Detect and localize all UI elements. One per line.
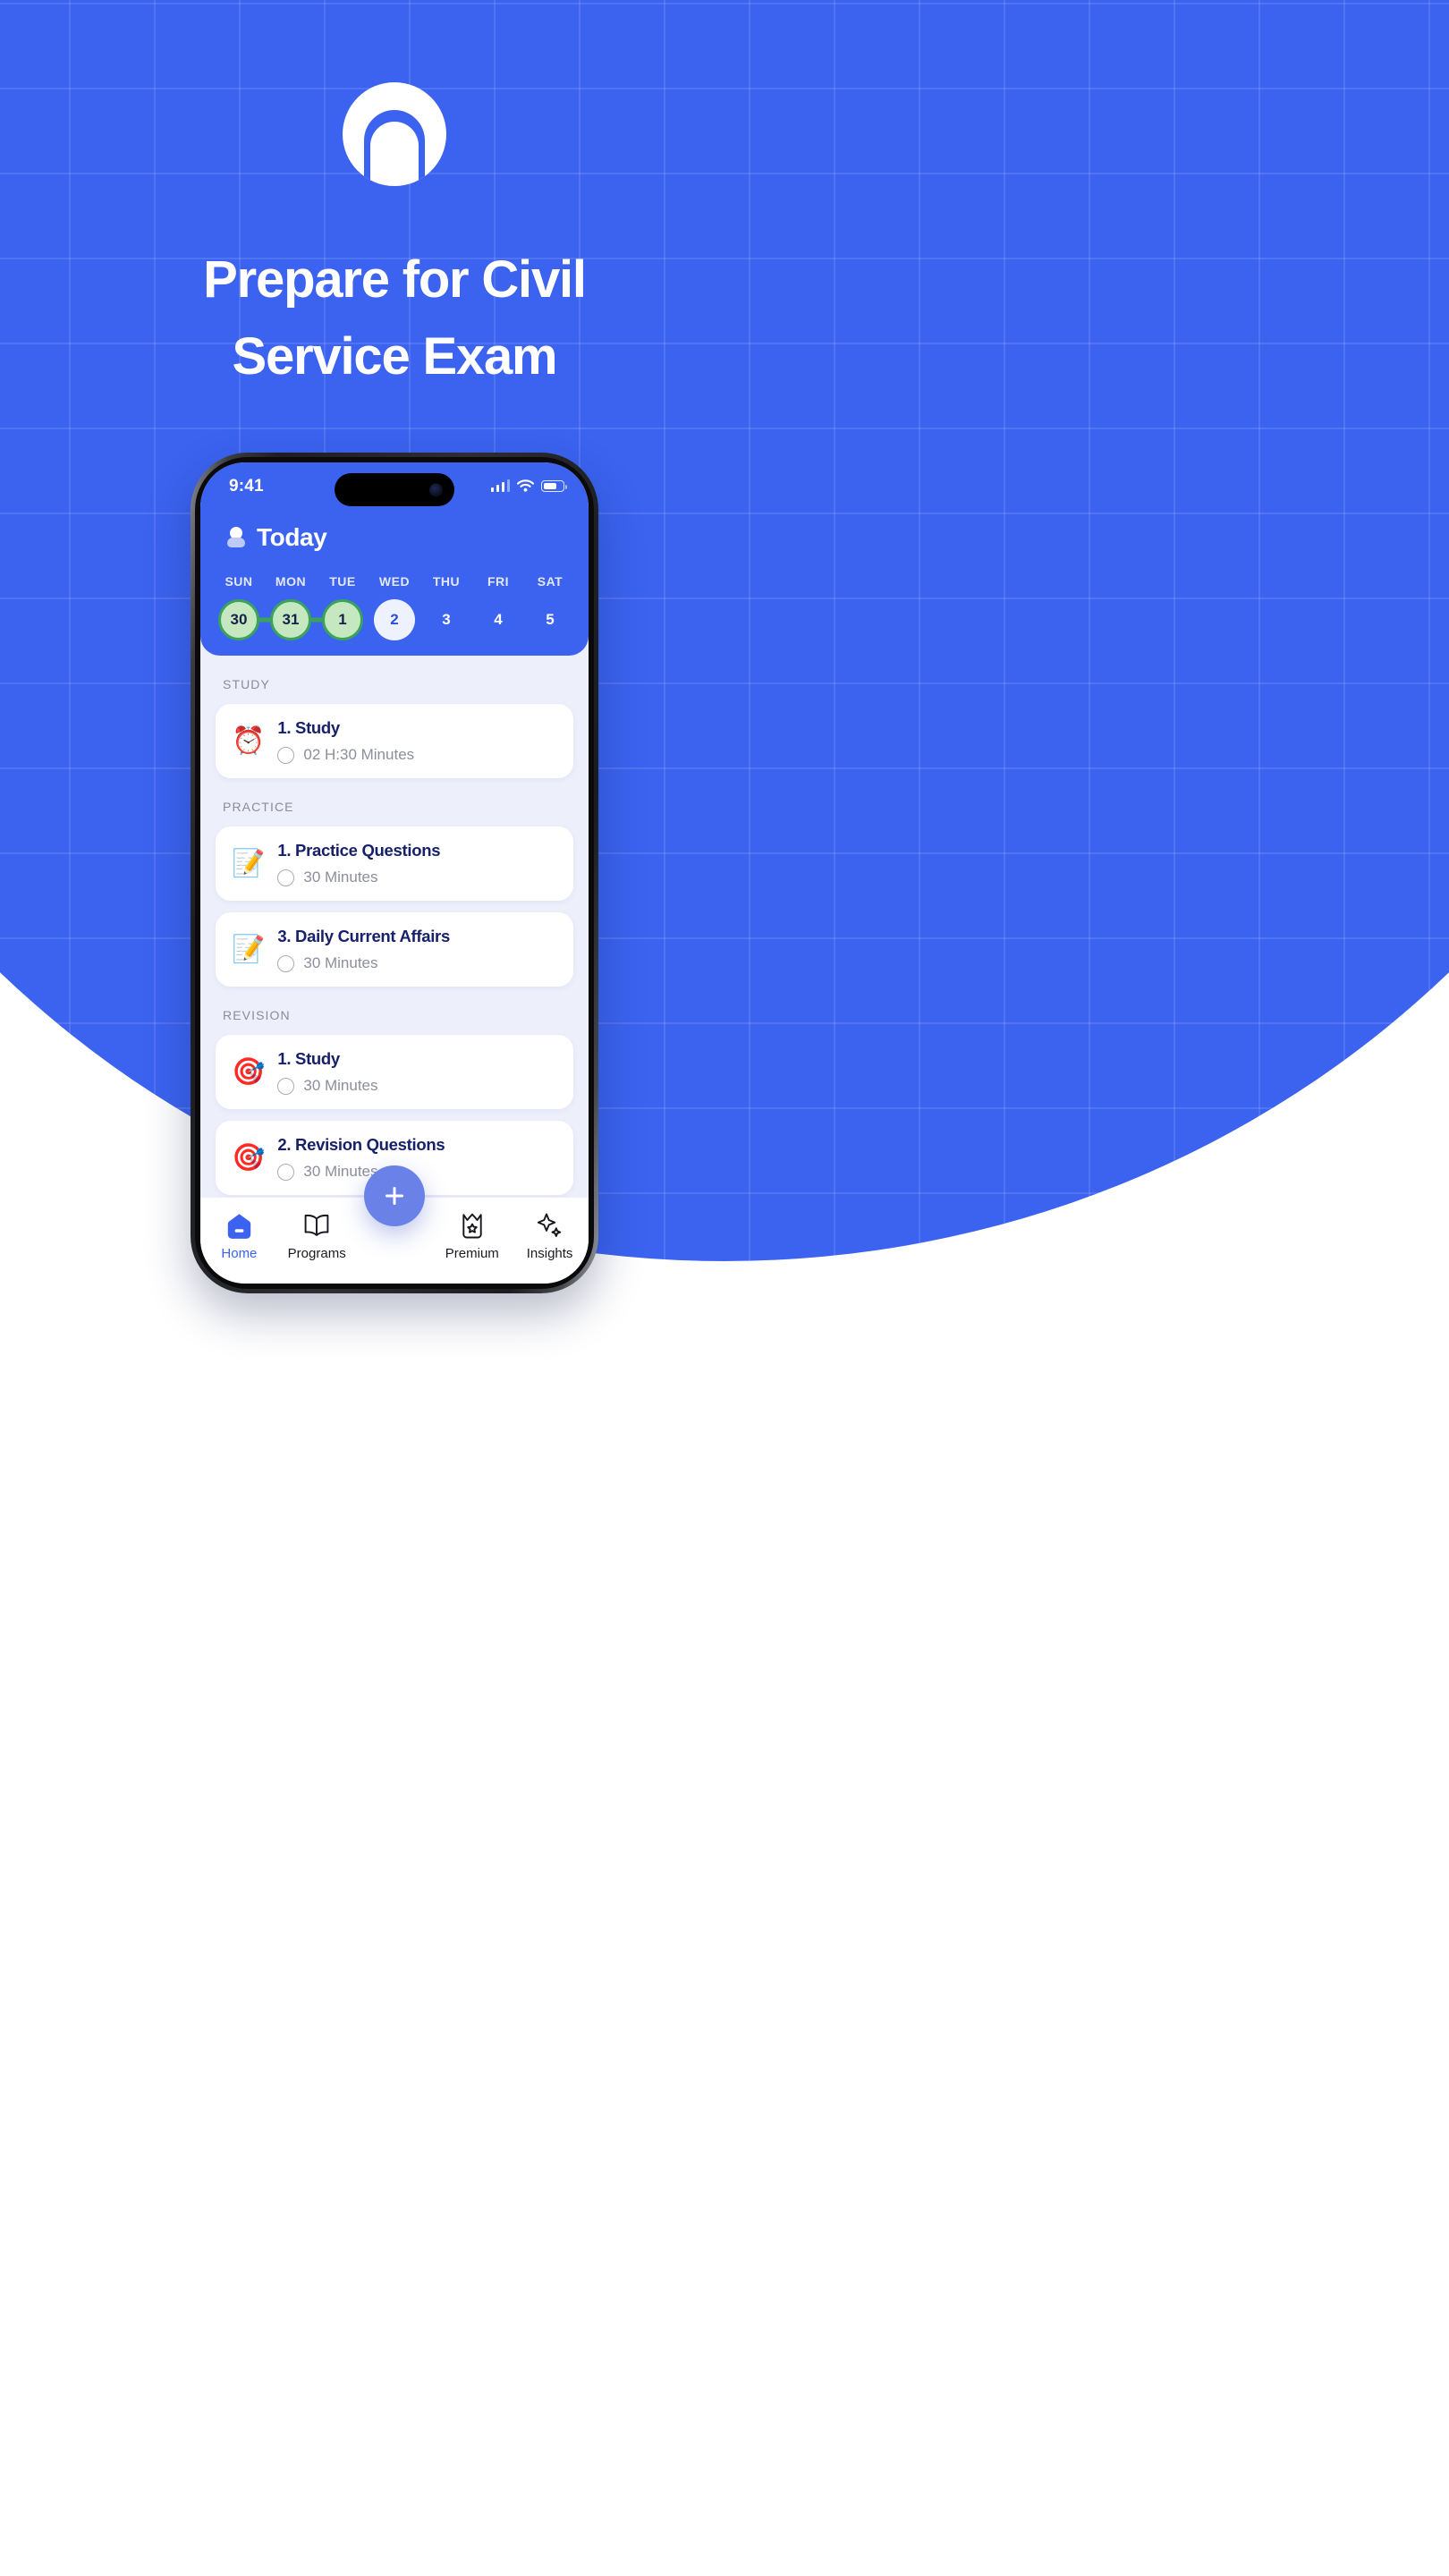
status-bar-time: 9:41 xyxy=(229,477,264,496)
day-chip-done: 31 xyxy=(270,599,311,640)
calendar-day-1[interactable]: 1 xyxy=(317,599,369,640)
task-list-scroll[interactable]: STUDY ⏰ 1. Study 02 H:30 Minutes PRACTICE 📝 1.… xyxy=(200,656,589,1198)
task-body: 2. Revision Questions 30 Minutes xyxy=(277,1135,445,1181)
headline-line-2: Service Exam xyxy=(232,327,558,386)
person-avatar-icon[interactable] xyxy=(227,526,245,549)
nav-label-programs: Programs xyxy=(287,1246,346,1261)
calendar-day-30[interactable]: 30 xyxy=(213,599,265,640)
alarm-clock-icon: ⏰ xyxy=(232,725,266,756)
nav-label-insights: Insights xyxy=(526,1246,573,1261)
calendar-day-5[interactable]: 5 xyxy=(524,599,576,640)
task-meta: 30 Minutes xyxy=(277,1077,378,1095)
task-checkbox[interactable] xyxy=(277,954,295,972)
front-camera-icon xyxy=(429,483,443,496)
avatar-body xyxy=(227,537,245,547)
nav-item-programs[interactable]: Programs xyxy=(278,1212,356,1261)
task-title: 1. Study xyxy=(277,718,340,737)
weekday-label-6: SAT xyxy=(537,574,564,589)
weekday-row: SUN MON TUE WED THU FRI SAT xyxy=(213,574,576,589)
weekday-label-0: SUN xyxy=(225,574,253,589)
book-icon xyxy=(303,1212,330,1240)
memo-pencil-icon: 📝 xyxy=(232,934,266,964)
calendar-day-2[interactable]: 2 xyxy=(369,599,420,640)
weekday-label-1: MON xyxy=(275,574,307,589)
task-checkbox[interactable] xyxy=(277,869,295,886)
bottom-navigation-bar: Home Programs Premium Insights xyxy=(200,1165,589,1284)
task-meta: 30 Minutes xyxy=(277,869,440,886)
task-meta: 02 H:30 Minutes xyxy=(277,746,414,764)
task-checkbox[interactable] xyxy=(277,1163,295,1181)
day-chip-plain: 3 xyxy=(442,611,451,628)
task-card[interactable]: ⏰ 1. Study 02 H:30 Minutes xyxy=(216,704,573,778)
calendar-day-3[interactable]: 3 xyxy=(420,599,472,640)
promo-headline: Prepare for Civil Service Exam xyxy=(0,242,789,395)
nav-item-premium[interactable]: Premium xyxy=(433,1212,511,1261)
dart-target-icon: 🎯 xyxy=(232,1056,266,1087)
phone-screen: 9:41 Today SUN MON TUE WED THU FRI SAT 3… xyxy=(200,462,589,1284)
weekday-label-3: WED xyxy=(378,574,411,589)
section-label-study: STUDY xyxy=(223,677,270,691)
nav-item-insights[interactable]: Insights xyxy=(511,1212,589,1261)
memo-pencil-icon: 📝 xyxy=(232,848,266,878)
calendar-day-4[interactable]: 4 xyxy=(472,599,524,640)
today-header-row: Today xyxy=(227,523,327,552)
wifi-icon xyxy=(517,479,534,492)
calendar-day-31[interactable]: 31 xyxy=(265,599,317,640)
task-title: 1. Practice Questions xyxy=(277,841,441,860)
dynamic-island xyxy=(335,473,454,506)
crown-icon xyxy=(460,1212,485,1240)
task-title: 1. Study xyxy=(277,1049,340,1068)
task-title: 3. Daily Current Affairs xyxy=(277,927,450,945)
phone-mockup: 9:41 Today SUN MON TUE WED THU FRI SAT 3… xyxy=(191,453,598,1293)
task-checkbox[interactable] xyxy=(277,1077,295,1095)
task-duration: 30 Minutes xyxy=(303,869,378,886)
task-duration: 30 Minutes xyxy=(303,1163,378,1180)
calendar-strip: SUN MON TUE WED THU FRI SAT 30 31 1 2 3 4 5 xyxy=(200,574,589,640)
status-bar-icons xyxy=(490,479,567,492)
task-card[interactable]: 🎯 1. Study 30 Minutes xyxy=(216,1035,573,1109)
add-task-fab-button[interactable] xyxy=(364,1165,425,1226)
day-number-row: 30 31 1 2 3 4 5 xyxy=(213,599,576,640)
day-chip-plain: 5 xyxy=(546,611,555,628)
headline-line-1: Prepare for Civil xyxy=(203,250,587,309)
nav-label-home: Home xyxy=(221,1246,258,1261)
task-card[interactable]: 📝 1. Practice Questions 30 Minutes xyxy=(216,826,573,901)
app-header: 9:41 Today SUN MON TUE WED THU FRI SAT 3… xyxy=(200,462,589,656)
task-title: 2. Revision Questions xyxy=(277,1135,445,1154)
task-checkbox[interactable] xyxy=(277,746,295,764)
section-label-practice: PRACTICE xyxy=(223,800,294,814)
task-card[interactable]: 📝 3. Daily Current Affairs 30 Minutes xyxy=(216,912,573,987)
logo-arch-shape xyxy=(364,110,425,186)
battery-icon xyxy=(541,480,567,492)
day-chip-today: 2 xyxy=(374,599,415,640)
section-label-revision: REVISION xyxy=(223,1008,291,1022)
day-chip-done: 30 xyxy=(218,599,259,640)
task-body: 3. Daily Current Affairs 30 Minutes xyxy=(277,927,450,972)
day-chip-done: 1 xyxy=(322,599,363,640)
dart-target-icon: 🎯 xyxy=(232,1142,266,1173)
weekday-label-4: THU xyxy=(432,574,461,589)
task-duration: 02 H:30 Minutes xyxy=(303,746,415,763)
weekday-label-5: FRI xyxy=(487,574,510,589)
plus-icon xyxy=(386,1187,403,1205)
home-icon xyxy=(227,1212,251,1240)
day-chip-plain: 4 xyxy=(494,611,503,628)
arch-circle-logo-icon xyxy=(343,82,446,186)
task-duration: 30 Minutes xyxy=(303,1077,378,1094)
task-duration: 30 Minutes xyxy=(303,954,378,971)
nav-label-premium: Premium xyxy=(445,1246,499,1261)
cellular-signal-icon xyxy=(490,479,510,492)
task-body: 1. Practice Questions 30 Minutes xyxy=(277,841,441,886)
nav-item-home[interactable]: Home xyxy=(200,1212,278,1261)
page-title: Today xyxy=(257,523,327,551)
task-body: 1. Study 30 Minutes xyxy=(277,1049,378,1095)
sparkles-icon xyxy=(537,1212,563,1240)
task-meta: 30 Minutes xyxy=(277,1163,445,1181)
task-meta: 30 Minutes xyxy=(277,954,450,972)
weekday-label-2: TUE xyxy=(329,574,356,589)
task-body: 1. Study 02 H:30 Minutes xyxy=(277,718,414,764)
